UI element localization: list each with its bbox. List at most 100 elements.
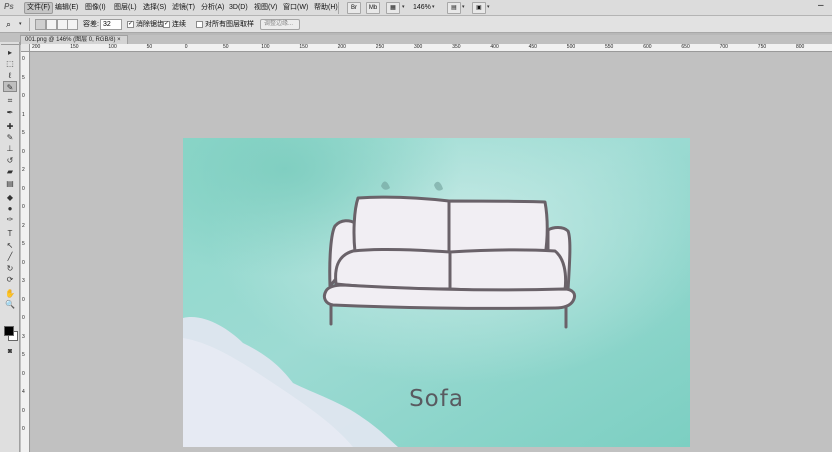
zoom-dropdown-icon[interactable]: ▾ [432, 4, 435, 10]
menu-item-8[interactable]: 视图(V) [252, 2, 279, 14]
menu-bar: Ps 文件(F) 编辑(E) 图像(I) 图层(L) 选择(S) 滤镜(T) 分析(A) 3D… [0, 0, 832, 16]
pen-tool-icon[interactable]: ✑ [3, 214, 17, 225]
ruler-top-label: 250 [375, 44, 385, 50]
tolerance-input[interactable] [100, 19, 122, 30]
path-selection-tool-icon[interactable]: ↖ [3, 240, 17, 251]
minibridge-button[interactable]: Mb [366, 2, 380, 14]
ruler-top-label: 800 [796, 44, 805, 50]
intersect-selection-icon[interactable] [67, 19, 78, 30]
eraser-tool-icon[interactable]: ▰ [3, 166, 17, 177]
refine-edge-button[interactable]: 调整边缘... [260, 19, 300, 30]
menu-item-9[interactable]: 窗口(W) [281, 2, 310, 14]
shape-tool-icon[interactable]: ╱ [3, 251, 17, 262]
menu-item-5[interactable]: 滤镜(T) [170, 2, 197, 14]
new-selection-icon[interactable] [35, 19, 46, 30]
tools-panel-grip[interactable] [1, 42, 19, 45]
ruler-left-label: 2 [22, 222, 25, 229]
image-caption: Sofa [409, 386, 464, 412]
ruler-top-label: 500 [566, 44, 576, 50]
horizontal-ruler[interactable]: 200 150 100 50 0 50 100 150 200 250 300 350 400 450 50… [30, 44, 832, 52]
view-extras-dropdown-icon[interactable]: ▾ [402, 4, 405, 10]
ruler-left-label: 0 [22, 426, 25, 432]
ruler-left-label: 0 [22, 185, 25, 192]
move-tool-icon[interactable]: ▸ [3, 47, 17, 58]
tools-panel: ▸ ⬚ ℓ ✎ ⌗ ✒ ✚ ✎ ⊥ ↺ ▰ ▤ ◆ ● ✑ T ↖ ╱ ↻ ⟳ ✋ 🔍 ◙ [0, 42, 20, 452]
sofa [322, 195, 577, 329]
back-cushion-left [352, 195, 451, 256]
ruler-left-label: 0 [22, 93, 25, 99]
ruler-top-label: 50 [146, 44, 153, 50]
foreground-color-swatch[interactable] [4, 326, 14, 336]
ruler-top-label: 0 [184, 44, 188, 50]
blur-tool-icon[interactable]: ◆ [3, 192, 17, 203]
antialias-checkbox[interactable]: ✓ [127, 21, 134, 28]
document-tab-strip [20, 33, 832, 35]
quick-selection-tool-icon[interactable]: ✎ [3, 81, 17, 93]
arrange-documents-button[interactable]: ▤ [447, 2, 461, 14]
vertical-ruler[interactable]: 0 5 0 1 5 0 2 0 0 2 5 0 3 0 0 3 5 0 4 0 0 [21, 52, 30, 452]
tolerance-label: 容差: [83, 21, 99, 28]
ruler-top-label: 700 [719, 44, 728, 50]
screen-mode-button[interactable]: ▣ [472, 2, 486, 14]
window-minimize-button[interactable]: – [818, 1, 824, 11]
ruler-left-label: 5 [22, 241, 25, 247]
history-brush-tool-icon[interactable]: ↺ [3, 155, 17, 166]
arrange-dropdown-icon[interactable]: ▾ [462, 4, 465, 10]
ruler-top-label: 200 [337, 44, 346, 50]
contiguous-checkbox[interactable]: ✓ [163, 21, 170, 28]
hand-tool-icon[interactable]: ✋ [3, 288, 17, 299]
brush-tool-icon[interactable]: ✎ [3, 132, 17, 143]
ruler-top-label: 550 [605, 44, 614, 50]
photoshop-logo: Ps [4, 2, 14, 11]
menu-item-2[interactable]: 图像(I) [83, 2, 108, 14]
zoom-level[interactable]: 146% [413, 3, 431, 13]
ruler-left-label: 5 [22, 352, 25, 358]
menu-item-10[interactable]: 帮助(H) [312, 2, 340, 14]
menu-item-3[interactable]: 图层(L) [112, 2, 139, 14]
menu-item-7[interactable]: 3D(D) [227, 2, 250, 14]
preset-dropdown-icon[interactable]: ▾ [19, 21, 22, 27]
ruler-left-label: 0 [22, 259, 25, 266]
quick-mask-icon[interactable]: ◙ [3, 346, 17, 357]
menu-item-1[interactable]: 编辑(E) [53, 2, 80, 14]
ruler-origin[interactable] [21, 44, 30, 52]
sample-all-layers-checkbox[interactable] [196, 21, 203, 28]
bridge-button[interactable]: Br [347, 2, 361, 14]
ruler-left-label: 0 [22, 407, 25, 414]
document-tab-title: 001.png @ 146% (图层 0, RGB/8) × [25, 37, 121, 43]
ruler-left-label: 1 [22, 111, 25, 118]
view-extras-button[interactable]: ▦ [386, 2, 400, 14]
sample-all-layers-label: 对所有图层取样 [205, 21, 254, 28]
eyedropper-tool-icon[interactable]: ✒ [3, 107, 17, 118]
3d-orbit-tool-icon[interactable]: ⟳ [3, 274, 17, 285]
ruler-left-label: 0 [22, 315, 25, 321]
menu-item-6[interactable]: 分析(A) [199, 2, 226, 14]
spot-healing-tool-icon[interactable]: ✚ [3, 121, 17, 132]
type-tool-icon[interactable]: T [3, 228, 17, 239]
image-canvas[interactable]: Sofa [183, 138, 690, 447]
menu-item-0[interactable]: 文件(F) [24, 2, 53, 14]
ruler-left-label: 0 [22, 56, 25, 62]
lasso-tool-icon[interactable]: ℓ [3, 70, 17, 81]
seat-cushion-right [448, 248, 568, 293]
back-cushion-right [447, 199, 549, 258]
screen-mode-dropdown-icon[interactable]: ▾ [487, 4, 490, 10]
crop-tool-icon[interactable]: ⌗ [3, 95, 17, 106]
ruler-top-label: 100 [261, 44, 270, 50]
add-to-selection-icon[interactable] [46, 19, 57, 30]
marquee-tool-icon[interactable]: ⬚ [3, 58, 17, 69]
zoom-tool-icon[interactable]: 🔍 [3, 299, 17, 310]
ruler-left-label: 2 [22, 167, 25, 173]
quick-select-preset-icon[interactable]: ⌕ [6, 19, 17, 30]
options-bar: ⌕ ▾ 容差: ✓ 消除锯齿 ✓ 连续 对所有图层取样 调整边缘... [0, 16, 832, 33]
ruler-left-label: 3 [22, 278, 25, 284]
3d-rotate-tool-icon[interactable]: ↻ [3, 263, 17, 274]
menu-item-4[interactable]: 选择(S) [141, 2, 168, 14]
dodge-tool-icon[interactable]: ● [3, 203, 17, 214]
seat-cushion-left [334, 247, 452, 291]
sofa-base [322, 283, 577, 310]
antialias-label: 消除锯齿 [136, 21, 164, 28]
gradient-tool-icon[interactable]: ▤ [3, 178, 17, 189]
clone-stamp-tool-icon[interactable]: ⊥ [3, 143, 17, 154]
ruler-left-label: 5 [22, 130, 25, 136]
